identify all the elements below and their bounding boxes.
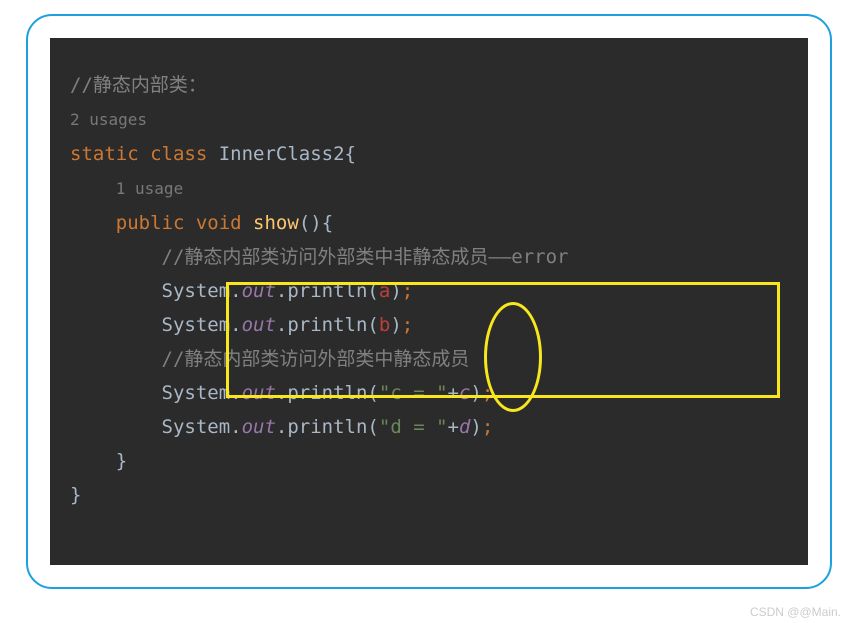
paren-close: ) [470,416,481,438]
out-field: out [242,416,276,438]
code-line-println-a: System.out.println(a); [70,274,788,308]
paren-close: ) [390,280,401,302]
plus-op: + [448,382,459,404]
code-editor-panel: //静态内部类： 2 usages static class InnerClas… [50,38,808,565]
comment-static-access: //静态内部类访问外部类中静态成员 [162,348,470,370]
static-var-c: c [459,382,470,404]
brace-close: } [116,450,127,472]
error-var-b: b [379,314,390,336]
code-line-println-c: System.out.println("c = "+c); [70,376,788,410]
code-line-method-decl: public void show(){ [70,206,788,240]
code-line-println-b: System.out.println(b); [70,308,788,342]
code-line-usage-inner: 1 usage [70,171,788,206]
println-call: .println( [276,280,379,302]
println-call: .println( [276,416,379,438]
rounded-border-frame: //静态内部类： 2 usages static class InnerClas… [26,14,832,589]
usage-hint-inner: 1 usage [116,179,183,198]
code-line-close-method: } [70,444,788,478]
semicolon: ; [402,280,413,302]
keyword-void: void [184,212,253,234]
string-literal-c: "c = " [379,382,448,404]
system-ref: System. [162,382,242,404]
plus-op: + [448,416,459,438]
code-line-comment-error: //静态内部类访问外部类中非静态成员——error [70,240,788,274]
println-call: .println( [276,382,379,404]
keyword-class: class [139,143,219,165]
watermark-text: CSDN @@Main. [750,605,841,619]
keyword-public: public [116,212,185,234]
error-var-a: a [379,280,390,302]
paren-close: ) [470,382,481,404]
brace-close: } [70,484,81,506]
out-field: out [242,382,276,404]
out-field: out [242,280,276,302]
paren-open: (){ [299,212,333,234]
code-line-comment-static: //静态内部类访问外部类中静态成员 [70,342,788,376]
semicolon: ; [482,416,493,438]
comment-text: //静态内部类： [70,74,207,96]
usage-hint: 2 usages [70,110,147,129]
class-name: InnerClass2{ [219,143,356,165]
code-line-class-decl: static class InnerClass2{ [70,137,788,171]
semicolon: ; [482,382,493,404]
println-call: .println( [276,314,379,336]
paren-close: ) [390,314,401,336]
keyword-static: static [70,143,139,165]
system-ref: System. [162,280,242,302]
code-line-usage: 2 usages [70,102,788,137]
code-line-close-class: } [70,478,788,512]
system-ref: System. [162,314,242,336]
string-literal-d: "d = " [379,416,448,438]
code-line-comment: //静态内部类： [70,68,788,102]
comment-error: //静态内部类访问外部类中非静态成员——error [162,246,569,268]
semicolon: ; [402,314,413,336]
static-var-d: d [459,416,470,438]
out-field: out [242,314,276,336]
system-ref: System. [162,416,242,438]
method-name: show [253,212,299,234]
code-line-println-d: System.out.println("d = "+d); [70,410,788,444]
